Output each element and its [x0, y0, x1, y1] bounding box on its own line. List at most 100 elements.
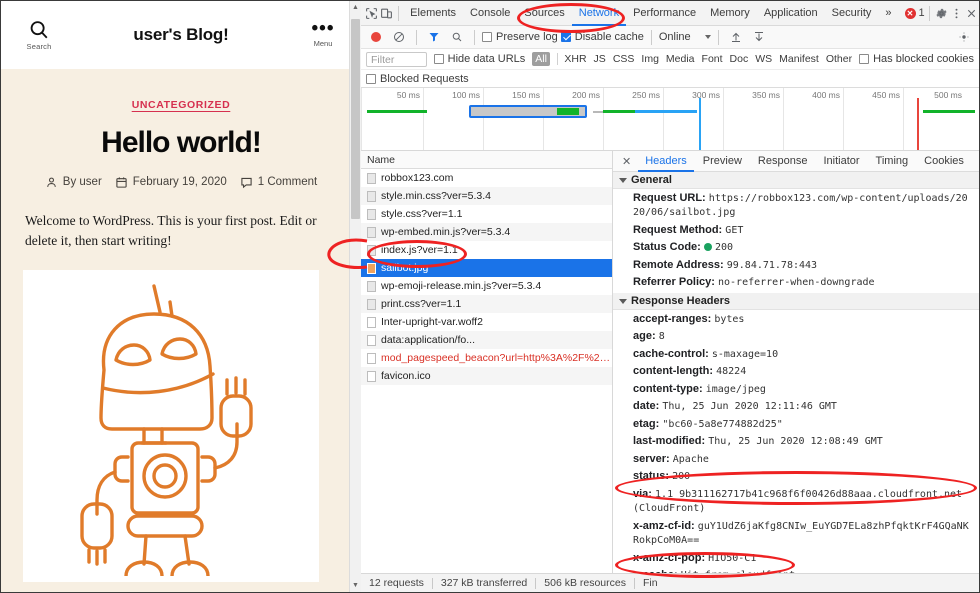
- tab-response[interactable]: Response: [751, 151, 815, 172]
- header-row: etag: "bc60-5a8e774882d25": [613, 415, 979, 433]
- scroll-up-arrow[interactable]: ▲: [352, 4, 359, 11]
- error-icon: ✕: [905, 8, 916, 19]
- header-value: Thu, 25 Jun 2020 12:08:49 GMT: [708, 436, 883, 447]
- error-badge[interactable]: ✕ 1: [905, 7, 925, 19]
- has-blocked-cookies-checkbox[interactable]: Has blocked cookies: [859, 53, 974, 65]
- filter-type-xhr[interactable]: XHR: [564, 53, 586, 65]
- disable-cache-checkbox[interactable]: Disable cache: [561, 31, 644, 43]
- header-value: Thu, 25 Jun 2020 12:11:46 GMT: [662, 401, 837, 412]
- general-section-header[interactable]: General: [613, 172, 979, 189]
- table-row[interactable]: print.css?ver=1.1: [361, 295, 612, 313]
- tab-preview[interactable]: Preview: [696, 151, 749, 172]
- toolbar-divider-6: [718, 30, 719, 45]
- tab-security[interactable]: Security: [825, 1, 879, 26]
- post-image: [23, 270, 319, 582]
- gear-icon[interactable]: [933, 3, 948, 23]
- status-requests: 12 requests: [369, 577, 424, 589]
- filter-type-other[interactable]: Other: [826, 53, 852, 65]
- request-column-header[interactable]: Name: [361, 151, 612, 169]
- header-value: image/jpeg: [706, 384, 766, 395]
- throttling-value: Online: [659, 31, 691, 43]
- header-value: 48224: [716, 366, 746, 377]
- table-row[interactable]: wp-embed.min.js?ver=5.3.4: [361, 223, 612, 241]
- kebab-menu-icon[interactable]: [949, 3, 964, 23]
- table-row[interactable]: index.js?ver=1.1: [361, 241, 612, 259]
- table-row[interactable]: robbox123.com: [361, 169, 612, 187]
- filter-type-font[interactable]: Font: [702, 53, 723, 65]
- blog-scrollbar[interactable]: ▲ ▼: [349, 1, 361, 592]
- blog-post: UNCATEGORIZED Hello world! By user: [1, 69, 361, 582]
- table-row[interactable]: favicon.ico: [361, 367, 612, 385]
- filter-type-ws[interactable]: WS: [755, 53, 772, 65]
- table-row[interactable]: data:application/fo...: [361, 331, 612, 349]
- table-row[interactable]: Inter-upright-var.woff2: [361, 313, 612, 331]
- preserve-log-checkbox[interactable]: Preserve log: [482, 31, 558, 43]
- post-comments[interactable]: 1 Comment: [240, 176, 317, 189]
- blog-menu-label: Menu: [314, 39, 333, 48]
- close-details-icon[interactable]: ✕: [617, 155, 636, 168]
- network-overview-timeline[interactable]: 50 ms 100 ms 150 ms 200 ms 250 ms 300 ms…: [361, 88, 979, 151]
- tab-timing[interactable]: Timing: [869, 151, 916, 172]
- network-settings-icon[interactable]: [954, 27, 974, 47]
- status-divider: [634, 578, 635, 589]
- headers-content[interactable]: General Request URL: https://robbox123.c…: [613, 172, 979, 573]
- response-headers-section-header[interactable]: Response Headers: [613, 293, 979, 310]
- chevron-down-icon: [619, 178, 627, 183]
- filter-type-css[interactable]: CSS: [613, 53, 635, 65]
- table-row[interactable]: style.min.css?ver=5.3.4: [361, 187, 612, 205]
- table-row[interactable]: wp-emoji-release.min.js?ver=5.3.4: [361, 277, 612, 295]
- table-row-selected[interactable]: sailbot.jpg: [361, 259, 612, 277]
- header-row: x-amz-cf-id: guY1UdZ6jaKfg8CNIw_EuYGD7EL…: [613, 517, 979, 549]
- table-row-error[interactable]: mod_pagespeed_beacon?url=http%3A%2F%2Fro…: [361, 349, 612, 367]
- blog-menu-button[interactable]: ••• Menu: [299, 23, 347, 48]
- filter-type-js[interactable]: JS: [594, 53, 606, 65]
- toolbar-divider-3: [416, 30, 417, 45]
- blog-search-button[interactable]: Search: [15, 19, 63, 51]
- more-tabs-button[interactable]: »: [878, 1, 898, 26]
- inspect-element-icon[interactable]: [364, 3, 379, 23]
- header-row: last-modified: Thu, 25 Jun 2020 12:08:49…: [613, 433, 979, 451]
- import-har-icon[interactable]: [726, 27, 746, 47]
- tab-memory[interactable]: Memory: [703, 1, 757, 26]
- tab-console[interactable]: Console: [463, 1, 517, 26]
- record-button[interactable]: [366, 27, 386, 47]
- close-devtools-icon[interactable]: [964, 3, 979, 23]
- blocked-requests-checkbox[interactable]: Blocked Requests: [366, 73, 469, 85]
- filter-input[interactable]: Filter: [366, 52, 427, 67]
- filter-type-doc[interactable]: Doc: [730, 53, 749, 65]
- tab-sources[interactable]: Sources: [517, 1, 571, 26]
- person-icon: [45, 176, 58, 189]
- filter-type-manifest[interactable]: Manifest: [779, 53, 819, 65]
- checkbox-box-checked: [561, 32, 571, 42]
- table-row[interactable]: style.css?ver=1.1: [361, 205, 612, 223]
- export-har-icon[interactable]: [749, 27, 769, 47]
- post-category-link[interactable]: UNCATEGORIZED: [132, 99, 231, 111]
- robot-illustration-icon: [46, 276, 296, 576]
- search-icon[interactable]: [447, 27, 467, 47]
- header-value: s-maxage=10: [712, 349, 778, 360]
- header-value: GET: [725, 225, 743, 236]
- checkbox-box: [859, 54, 869, 64]
- filter-type-media[interactable]: Media: [666, 53, 695, 65]
- tab-elements[interactable]: Elements: [403, 1, 463, 26]
- blog-scrollbar-thumb[interactable]: [351, 19, 360, 219]
- tab-cookies[interactable]: Cookies: [917, 151, 971, 172]
- blog-title[interactable]: user's Blog!: [63, 25, 299, 45]
- header-value: no-referrer-when-downgrade: [718, 277, 875, 288]
- scroll-down-arrow[interactable]: ▼: [352, 582, 359, 589]
- tab-headers[interactable]: Headers: [638, 151, 694, 172]
- clear-button[interactable]: [389, 27, 409, 47]
- tab-performance[interactable]: Performance: [626, 1, 703, 26]
- filter-icon[interactable]: [424, 27, 444, 47]
- tab-application[interactable]: Application: [757, 1, 825, 26]
- request-list[interactable]: robbox123.com style.min.css?ver=5.3.4 st…: [361, 169, 612, 573]
- filter-type-all[interactable]: All: [532, 52, 550, 66]
- tab-initiator[interactable]: Initiator: [816, 151, 866, 172]
- throttling-select[interactable]: Online: [659, 31, 711, 43]
- header-row: Referrer Policy: no-referrer-when-downgr…: [613, 274, 979, 292]
- hide-data-urls-checkbox[interactable]: Hide data URLs: [434, 53, 526, 65]
- device-toolbar-icon[interactable]: [379, 3, 394, 23]
- tab-network[interactable]: Network: [572, 1, 626, 26]
- blog-header: Search user's Blog! ••• Menu: [1, 1, 361, 69]
- filter-type-img[interactable]: Img: [641, 53, 659, 65]
